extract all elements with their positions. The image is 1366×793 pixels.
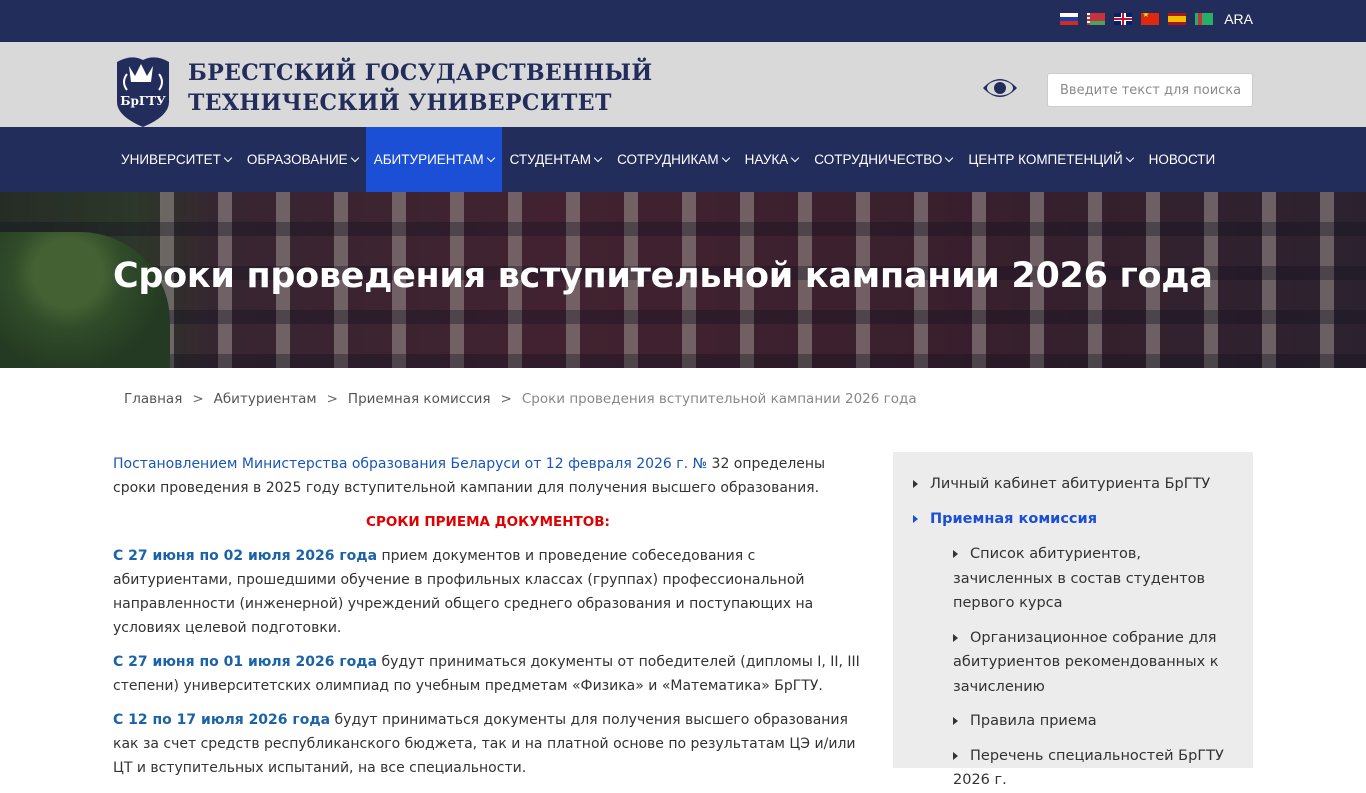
- chevron-down-icon: [350, 153, 359, 162]
- chevron-down-icon: [593, 153, 603, 162]
- nav-label: НАУКА: [744, 152, 789, 167]
- breadcrumb-admission-link[interactable]: Приемная комиссия: [348, 391, 491, 407]
- logo-line-2: ТЕХНИЧЕСКИЙ УНИВЕРСИТЕТ: [188, 90, 612, 116]
- sidebar-subitem-admission-rules[interactable]: Правила приема: [953, 709, 1233, 734]
- nav-item-university[interactable]: УНИВЕРСИТЕТ: [113, 127, 239, 192]
- nav-label: ОБРАЗОВАНИЕ: [246, 152, 348, 167]
- eye-icon[interactable]: [982, 76, 1018, 100]
- nav-label: НОВОСТИ: [1148, 152, 1216, 167]
- nav-label: УНИВЕРСИТЕТ: [121, 152, 221, 167]
- breadcrumb-applicants-link[interactable]: Абитуриентам: [214, 391, 317, 407]
- breadcrumb-home-link[interactable]: Главная: [124, 391, 182, 407]
- lang-arabic-link[interactable]: ARA: [1224, 11, 1253, 27]
- nav-item-education[interactable]: ОБРАЗОВАНИЕ: [239, 127, 366, 192]
- nav-item-news[interactable]: НОВОСТИ: [1141, 127, 1224, 192]
- chevron-down-icon: [791, 153, 800, 162]
- russia-flag-icon[interactable]: [1060, 13, 1079, 25]
- sidebar-menu: Личный кабинет абитуриента БрГТУ Приемна…: [893, 452, 1253, 788]
- china-flag-icon[interactable]: [1141, 13, 1160, 25]
- deadline-paragraph: С 27 июня по 01 июля 2026 года будут при…: [113, 650, 863, 698]
- deadline-paragraph: С 12 по 17 июля 2026 года будут принимат…: [113, 708, 863, 780]
- breadcrumb-current: Сроки проведения вступительной кампании …: [521, 391, 917, 407]
- sidebar-item-admission-committee[interactable]: Приемная комиссия: [913, 507, 1233, 531]
- top-bar: ARA: [0, 0, 1366, 42]
- nav-item-students[interactable]: СТУДЕНТАМ: [502, 127, 609, 192]
- breadcrumb-separator: >: [192, 391, 204, 407]
- ministry-decree-link[interactable]: Постановлением Министерства образования …: [113, 456, 707, 472]
- intro-paragraph: Постановлением Министерства образования …: [113, 452, 863, 500]
- nav-label: СОТРУДНИЧЕСТВО: [814, 152, 943, 167]
- nav-label: СТУДЕНТАМ: [509, 152, 592, 167]
- logo-line-1: БРЕСТСКИЙ ГОСУДАРСТВЕННЫЙ: [188, 60, 653, 86]
- breadcrumb-separator: >: [326, 391, 338, 407]
- page-title: Сроки проведения вступительной кампании …: [113, 256, 1213, 296]
- nav-label: СОТРУДНИКАМ: [617, 152, 719, 167]
- deadline-date: С 27 июня по 01 июля 2026 года: [113, 654, 378, 670]
- nav-item-science[interactable]: НАУКА: [737, 127, 807, 192]
- deadline-date: С 27 июня по 02 июля 2026 года: [113, 548, 378, 564]
- university-name[interactable]: БРЕСТСКИЙ ГОСУДАРСТВЕННЫЙ ТЕХНИЧЕСКИЙ УН…: [188, 58, 653, 118]
- documents-deadlines-heading: СРОКИ ПРИЕМА ДОКУМЕНТОВ:: [366, 514, 610, 530]
- main-navigation: УНИВЕРСИТЕТ ОБРАЗОВАНИЕ АБИТУРИЕНТАМ СТУ…: [0, 127, 1366, 192]
- sidebar-subitem-org-meeting[interactable]: Организационное собрание для абитуриенто…: [953, 626, 1233, 700]
- nav-label: ЦЕНТР КОМПЕТЕНЦИЙ: [968, 152, 1123, 167]
- nav-label: АБИТУРИЕНТАМ: [373, 152, 484, 167]
- chevron-down-icon: [1125, 153, 1134, 162]
- search-input[interactable]: [1047, 73, 1253, 107]
- nav-item-staff[interactable]: СОТРУДНИКАМ: [609, 127, 737, 192]
- chevron-down-icon: [486, 153, 495, 162]
- chevron-down-icon: [223, 153, 233, 162]
- turkmenistan-flag-icon[interactable]: [1195, 13, 1214, 25]
- sidebar-subitem-enrolled-list[interactable]: Список абитуриентов, зачисленных в соста…: [953, 542, 1233, 616]
- nav-item-competence-center[interactable]: ЦЕНТР КОМПЕТЕНЦИЙ: [960, 127, 1140, 192]
- sidebar-item-applicant-account[interactable]: Личный кабинет абитуриента БрГТУ: [913, 472, 1233, 496]
- emblem-text: БрГТУ: [120, 94, 166, 108]
- chevron-down-icon: [945, 153, 954, 162]
- article-content: Постановлением Министерства образования …: [113, 452, 863, 790]
- sidebar-subitem-specialties-list[interactable]: Перечень специальностей БрГТУ 2026 г.: [953, 744, 1233, 793]
- chevron-down-icon: [721, 153, 730, 162]
- site-header: БрГТУ БРЕСТСКИЙ ГОСУДАРСТВЕННЫЙ ТЕХНИЧЕС…: [0, 42, 1366, 127]
- uk-flag-icon[interactable]: [1114, 13, 1133, 25]
- deadline-date: С 12 по 17 июля 2026 года: [113, 712, 331, 728]
- university-emblem-icon[interactable]: БрГТУ: [113, 52, 173, 128]
- breadcrumb-separator: >: [500, 391, 512, 407]
- hero-banner: Сроки проведения вступительной кампании …: [0, 192, 1366, 368]
- deadline-paragraph: С 27 июня по 02 июля 2026 года прием док…: [113, 544, 863, 640]
- nav-item-cooperation[interactable]: СОТРУДНИЧЕСТВО: [806, 127, 960, 192]
- breadcrumb: Главная > Абитуриентам > Приемная комисс…: [124, 391, 917, 407]
- language-switcher: ARA: [1060, 11, 1253, 27]
- spain-flag-icon[interactable]: [1168, 13, 1187, 25]
- nav-item-applicants[interactable]: АБИТУРИЕНТАМ: [365, 127, 502, 192]
- belarus-flag-icon[interactable]: [1087, 13, 1106, 25]
